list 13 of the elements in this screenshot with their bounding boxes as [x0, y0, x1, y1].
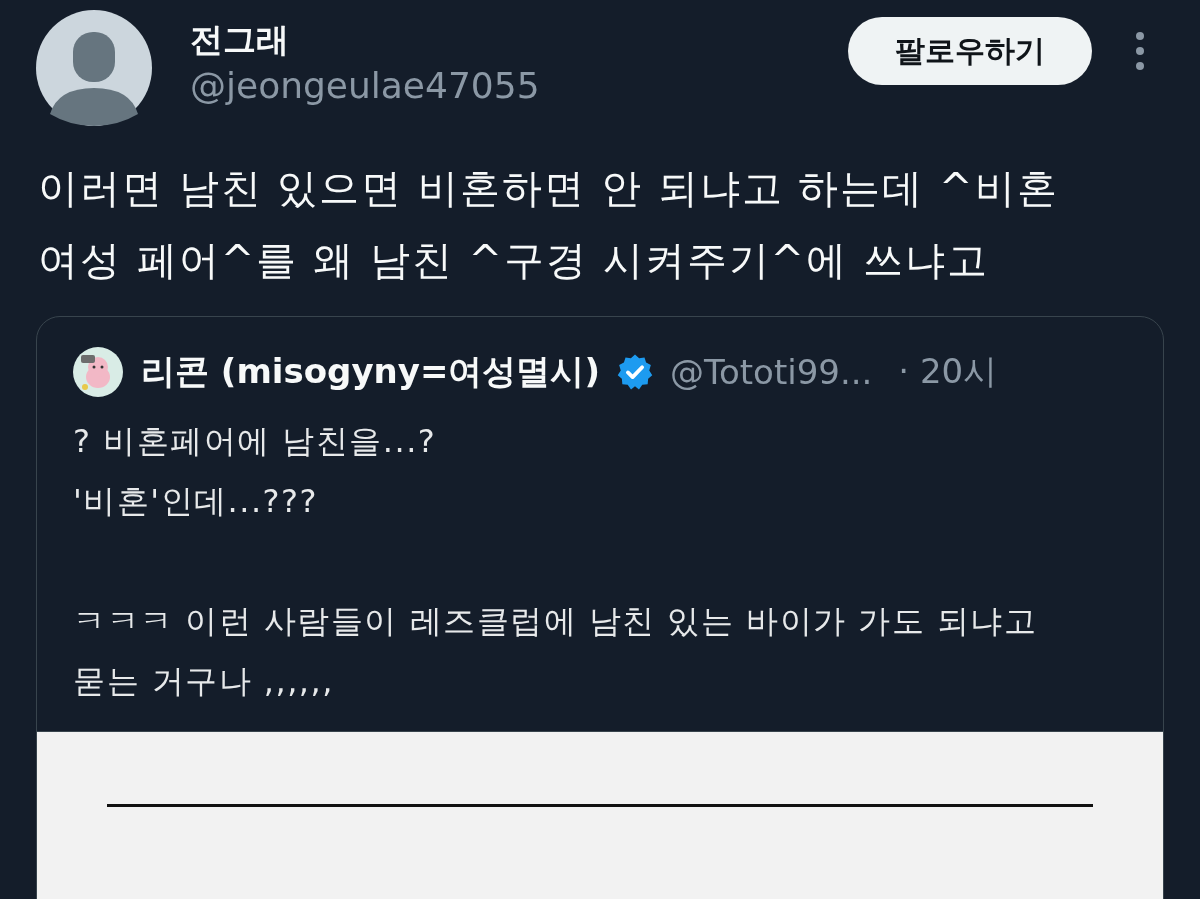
avatar-icon [73, 347, 123, 397]
author-name: 전그래 [190, 19, 290, 61]
tweet-text: 이러면 남친 있으면 비혼하면 안 되냐고 하는데 ^비혼 여성 페어^를 왜 남친 ^구경 시켜주기^에 쓰냐고 [38, 164, 1060, 285]
more-icon[interactable] [1134, 31, 1146, 71]
quoted-tweet-card[interactable]: 리콘 (misogyny=여성멸시) @Tototi99... · 20시 ? 비혼페어에 남친을...? '비혼'인데...??? ㅋㅋㅋ 이런 사람들이 레즈클럽에 남친 있는 바이가 가도 되냐고 묻는 거구나 ,,,,,, [36, 316, 1164, 899]
quoted-tweet-text: ? 비혼페어에 남친을...? '비혼'인데...??? [73, 421, 438, 522]
follow-button[interactable]: 팔로우하기 [848, 17, 1092, 85]
avatar-icon [36, 10, 152, 126]
quoted-tweet-text: ㅋㅋㅋ 이런 사람들이 레즈클럽에 남친 있는 바이가 가도 되냐고 묻는 거구나 ,,,,,, [73, 601, 1039, 702]
timestamp: · 20시 [898, 350, 998, 393]
quoted-author-name: 리콘 (misogyny=여성멸시) [141, 350, 600, 393]
quoted-author-handle: @Tototi99... [669, 352, 873, 392]
author-handle: @jeongeulae47055 [190, 64, 541, 108]
